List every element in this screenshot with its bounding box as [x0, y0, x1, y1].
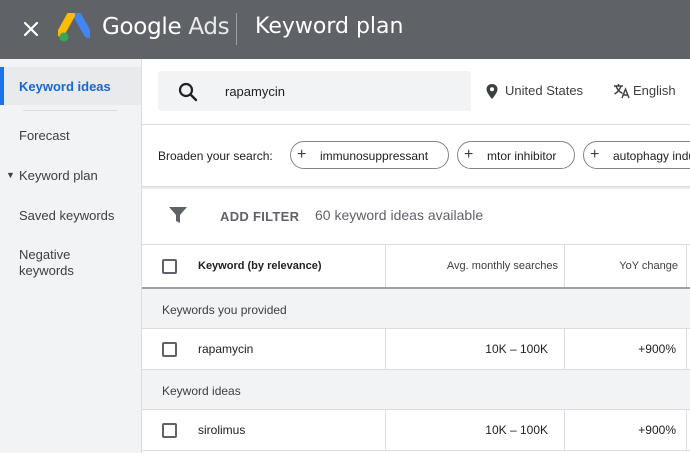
row-checkbox[interactable]: [162, 423, 177, 438]
row-checkbox[interactable]: [162, 342, 177, 357]
sidebar-item-label: Keyword ideas: [19, 79, 111, 94]
close-icon[interactable]: [19, 17, 43, 41]
table-group-header: Keyword ideas: [142, 370, 690, 410]
add-filter-button[interactable]: ADD FILTER: [220, 209, 299, 224]
column-divider: [686, 410, 687, 450]
avg-searches-cell: 10K – 100K: [485, 423, 548, 437]
table-row[interactable]: sirolimus 10K – 100K +900%: [142, 410, 690, 451]
column-divider: [564, 410, 565, 450]
sidebar: Keyword ideas Forecast ▼ Keyword plan Sa…: [0, 59, 142, 453]
keyword-cell: sirolimus: [198, 423, 246, 437]
sidebar-item-keyword-plan[interactable]: ▼ Keyword plan: [0, 157, 141, 193]
brand-ads: Ads: [188, 14, 230, 40]
keyword-count: 60 keyword ideas available: [315, 207, 484, 223]
column-header-keyword[interactable]: Keyword (by relevance): [198, 260, 322, 272]
chip-label: autophagy inducer: [613, 149, 690, 163]
sidebar-item-keyword-ideas[interactable]: Keyword ideas: [0, 67, 141, 105]
broaden-label: Broaden your search:: [158, 149, 273, 163]
search-row: rapamycin United States English: [142, 59, 690, 125]
broaden-search-bar: Broaden your search: + immunosuppressant…: [142, 125, 690, 190]
plus-icon: +: [590, 146, 600, 163]
search-value: rapamycin: [225, 84, 285, 99]
column-header-yoy-change[interactable]: YoY change: [619, 260, 678, 272]
location-label: United States: [505, 83, 584, 98]
chip-label: mtor inhibitor: [487, 149, 557, 163]
plus-icon: +: [464, 146, 474, 163]
keyword-table: Keyword (by relevance) Avg. monthly sear…: [142, 245, 690, 453]
main-content: rapamycin United States English Broaden …: [142, 59, 690, 453]
location-pin-icon: [486, 84, 498, 99]
table-group-header: Keywords you provided: [142, 289, 690, 329]
yoy-change-cell: +900%: [638, 423, 676, 437]
active-indicator: [0, 67, 4, 105]
select-all-checkbox[interactable]: [162, 259, 177, 274]
column-divider: [686, 245, 687, 287]
sidebar-item-label: Negative keywords: [19, 247, 74, 278]
column-divider: [385, 329, 386, 369]
sidebar-item-forecast[interactable]: Forecast: [0, 117, 141, 153]
sidebar-item-label: Keyword plan: [19, 168, 98, 183]
filter-icon[interactable]: [169, 207, 187, 223]
keyword-cell: rapamycin: [198, 342, 254, 356]
google-ads-logo-icon: [58, 13, 90, 42]
top-app-bar: Google Ads Keyword plan: [0, 0, 690, 59]
chip-label: immunosuppressant: [320, 149, 429, 163]
group-label: Keywords you provided: [162, 303, 287, 317]
sidebar-item-saved-keywords[interactable]: Saved keywords: [0, 197, 141, 233]
brand-name: Google Ads: [102, 14, 230, 40]
brand-google: Google: [102, 14, 182, 40]
table-header: Keyword (by relevance) Avg. monthly sear…: [142, 245, 690, 289]
column-divider: [385, 245, 386, 287]
column-header-avg-monthly-searches[interactable]: Avg. monthly searches: [447, 260, 558, 272]
sidebar-item-label: Saved keywords: [19, 208, 115, 223]
search-icon: [178, 82, 198, 102]
sidebar-item-negative-keywords[interactable]: Negative keywords: [0, 237, 141, 287]
language-label: English: [633, 83, 676, 98]
group-label: Keyword ideas: [162, 384, 241, 398]
keyword-search-input[interactable]: rapamycin: [158, 71, 471, 111]
filter-bar: ADD FILTER 60 keyword ideas available: [142, 187, 690, 245]
translate-icon: [614, 84, 630, 99]
yoy-change-cell: +900%: [638, 342, 676, 356]
column-divider: [686, 329, 687, 369]
page-title: Keyword plan: [255, 14, 404, 39]
sidebar-divider: [23, 110, 117, 111]
header-divider: [236, 13, 237, 45]
avg-searches-cell: 10K – 100K: [485, 342, 548, 356]
table-row[interactable]: rapamycin 10K – 100K +900%: [142, 329, 690, 370]
column-divider: [564, 329, 565, 369]
broaden-chip-mtor-inhibitor[interactable]: + mtor inhibitor: [457, 141, 575, 169]
broaden-chip-immunosuppressant[interactable]: + immunosuppressant: [290, 141, 449, 169]
column-divider: [564, 245, 565, 287]
plus-icon: +: [297, 146, 307, 163]
broaden-chip-autophagy-inducer[interactable]: + autophagy inducer: [583, 141, 690, 169]
column-divider: [385, 410, 386, 450]
sidebar-item-label: Forecast: [19, 128, 70, 143]
expand-arrow-icon: ▼: [6, 170, 15, 180]
